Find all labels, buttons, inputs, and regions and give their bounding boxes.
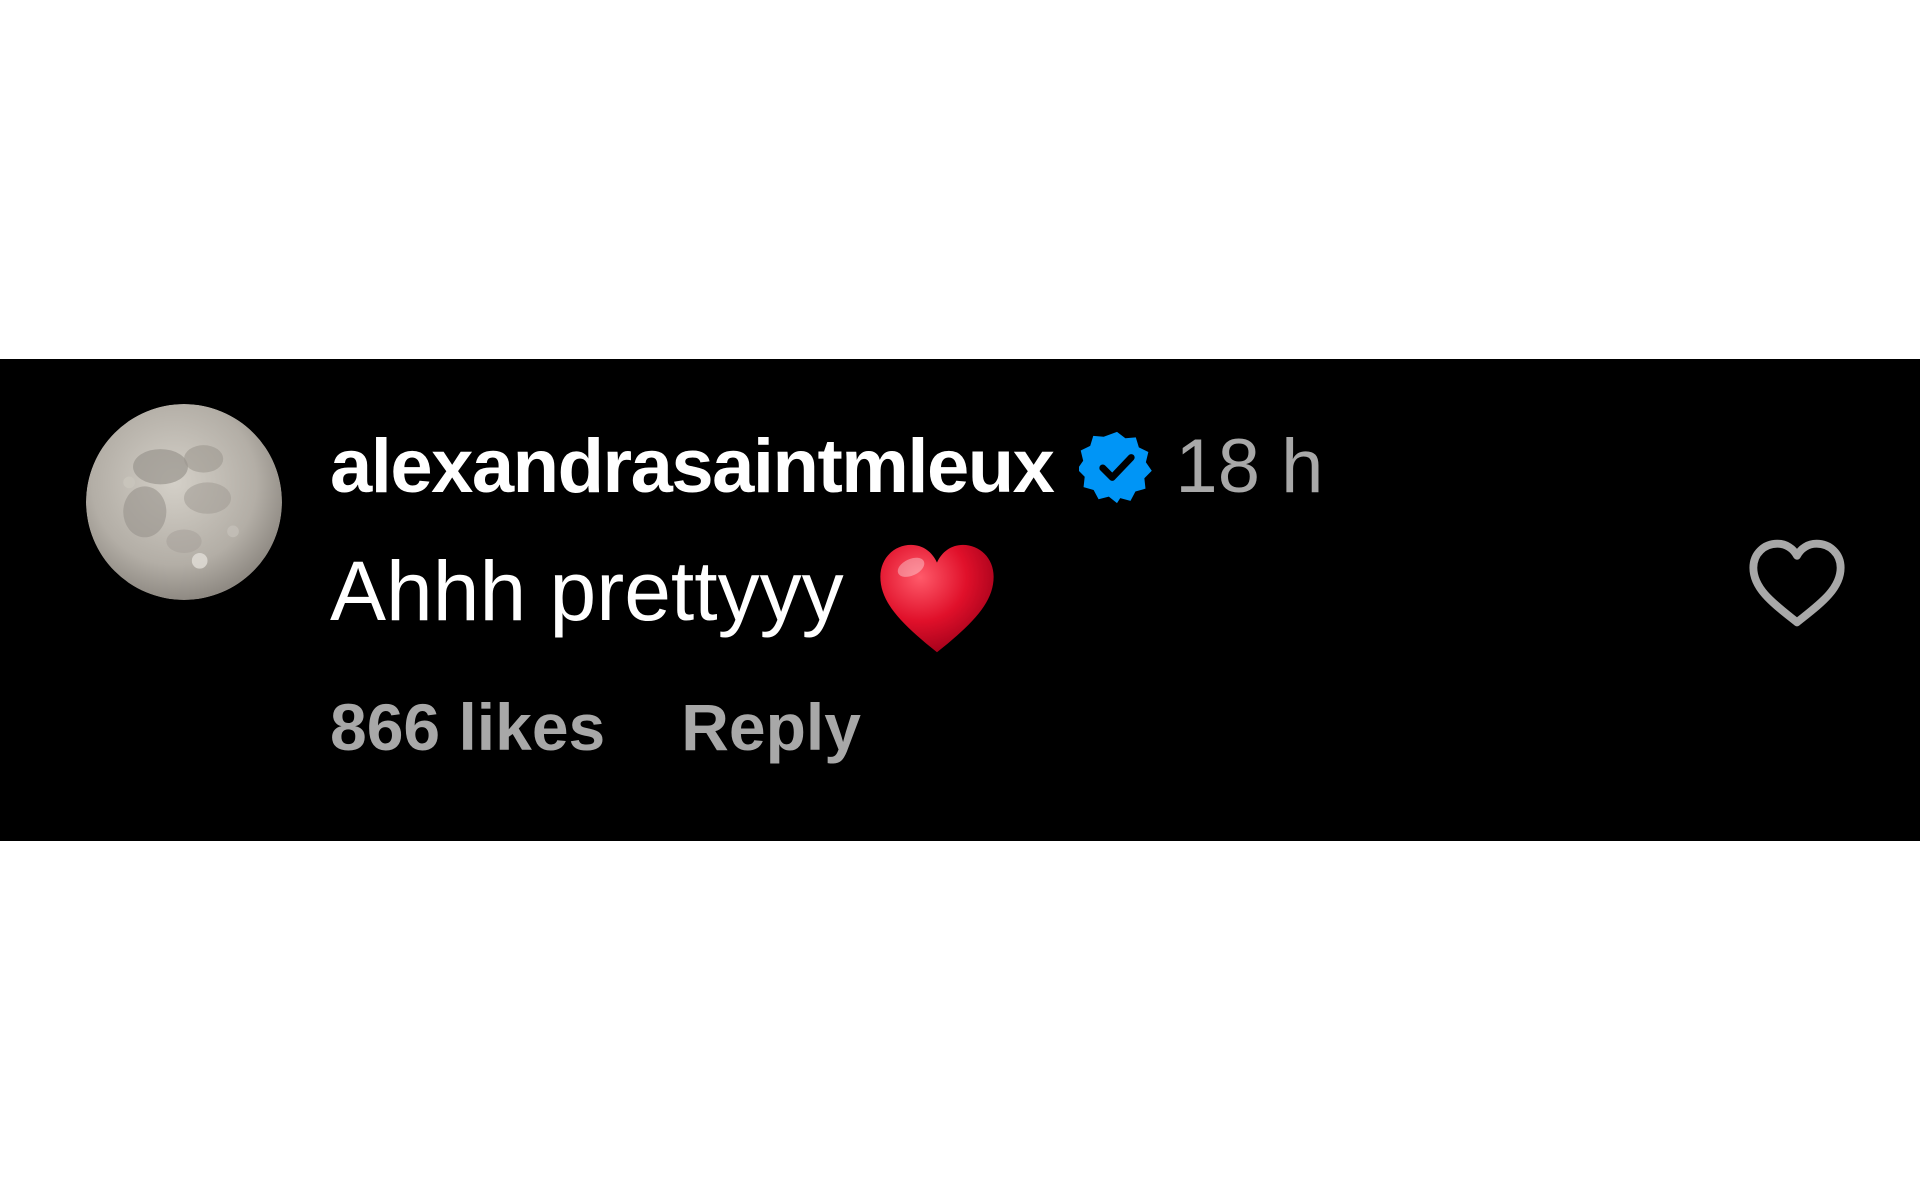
comment-header: alexandrasaintmleux 18 h xyxy=(330,417,1323,517)
comment-actions: 866 likes Reply xyxy=(330,687,861,767)
red-heart-emoji-icon xyxy=(878,540,996,656)
like-comment-button[interactable] xyxy=(1744,535,1850,631)
comment-row: alexandrasaintmleux 18 h Ahhh prettyyy 8… xyxy=(0,359,1920,841)
username-link[interactable]: alexandrasaintmleux xyxy=(330,429,1055,505)
page: alexandrasaintmleux 18 h Ahhh prettyyy 8… xyxy=(0,0,1920,1200)
comment-text: Ahhh prettyyy xyxy=(330,544,844,638)
heart-outline-icon xyxy=(1749,539,1845,627)
comment-body: Ahhh prettyyy xyxy=(330,531,996,653)
comment-timestamp: 18 h xyxy=(1175,424,1324,509)
avatar[interactable] xyxy=(86,404,282,600)
reply-button[interactable]: Reply xyxy=(681,694,861,760)
likes-count-link[interactable]: 866 likes xyxy=(330,694,605,760)
full-moon-avatar xyxy=(86,404,282,600)
verified-badge-icon xyxy=(1079,429,1155,505)
